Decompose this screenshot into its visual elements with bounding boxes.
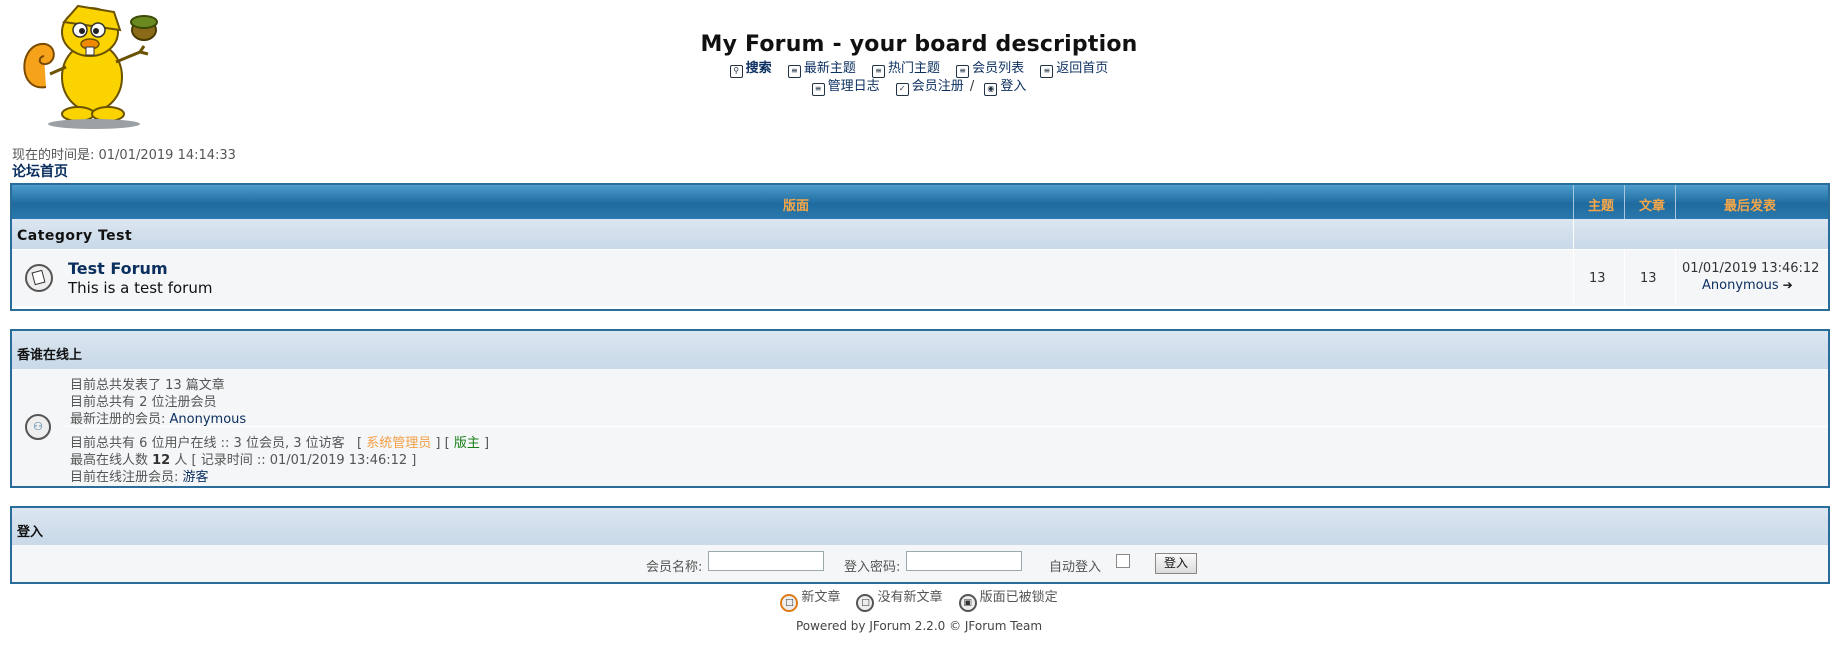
nav-recent-topics[interactable]: ≡ 最新主题 (787, 61, 856, 78)
forum-topics-count: 13 (1589, 271, 1606, 286)
online-title: 香谁在线上 (17, 348, 83, 363)
nav-login[interactable]: ◉ 登入 (984, 79, 1026, 96)
legend-no-new-posts: □ 没有新文章 (856, 590, 943, 612)
column-divider (1624, 250, 1625, 306)
online-registered-users: 目前在线注册会员: 游客 (70, 470, 209, 485)
login-title: 登入 (17, 525, 44, 540)
category-title: Category Test (17, 228, 133, 244)
column-divider (1573, 185, 1574, 219)
login-panel: 登入 会员名称: 登入密码: 自动登入 登入 (10, 506, 1830, 584)
nav-moderation-log[interactable]: ≡ 管理日志 (811, 79, 880, 96)
nav-register[interactable]: ✓ 会员注册 (895, 79, 964, 96)
online-divider (66, 426, 1828, 427)
header-last-post: 最后发表 (1724, 199, 1777, 214)
online-registered-user-link[interactable]: 游客 (183, 470, 209, 485)
nav-row-secondary: ≡ 管理日志 ✓ 会员注册 / ◉ 登入 (0, 78, 1838, 96)
autologin-label: 自动登入 (1049, 560, 1102, 575)
nav-hot-topics[interactable]: ≡ 热门主题 (871, 61, 940, 78)
nav-separator: / (969, 79, 975, 94)
footer-powered-by: Powered by JForum 2.2.0 © JForum Team (795, 619, 1043, 633)
login-button[interactable]: 登入 (1155, 553, 1197, 574)
search-icon: ⚲ (729, 65, 743, 78)
hot-topics-icon: ≡ (871, 65, 885, 78)
category-row: Category Test (12, 219, 1828, 250)
home-icon: ≡ (1040, 65, 1054, 78)
breadcrumb-forum-index[interactable]: 论坛首页 (12, 161, 68, 181)
legend-locked: ▣ 版面已被锁定 (958, 590, 1058, 612)
column-divider (1624, 185, 1625, 219)
online-users-icon: ⚇ (25, 414, 51, 440)
nav-row-primary: ⚲ 搜索 ≡ 最新主题 ≡ 热门主题 ≡ 会员列表 ≡ 返回首页 (0, 60, 1838, 78)
login-icon: ◉ (984, 83, 998, 96)
login-header: 登入 (12, 508, 1828, 545)
forum-status-icon (25, 264, 53, 292)
login-form: 会员名称: 登入密码: 自动登入 登入 (12, 545, 1828, 582)
column-divider (1675, 250, 1676, 306)
column-divider (1675, 185, 1676, 219)
autologin-checkbox[interactable] (1116, 554, 1130, 568)
last-post-user-row: Anonymous ➔ (1702, 278, 1793, 293)
board-title: My Forum - your board description (700, 32, 1138, 57)
new-posts-icon: □ (780, 594, 799, 612)
online-body: ⚇ 目前总共发表了 13 篇文章 目前总共有 2 位注册会员 最新注册的会员: … (12, 369, 1828, 486)
header-topics: 主题 (1588, 199, 1615, 214)
last-post-date: 01/01/2019 13:46:12 (1682, 261, 1820, 276)
member-list-icon: ≡ (956, 65, 970, 78)
forum-posts-count: 13 (1640, 271, 1657, 286)
forum-name-link[interactable]: Test Forum (68, 259, 168, 278)
goto-last-post-icon[interactable]: ➔ (1783, 278, 1793, 292)
online-header: 香谁在线上 (12, 331, 1828, 369)
nav-member-list[interactable]: ≡ 会员列表 (956, 61, 1024, 78)
nav-search[interactable]: ⚲ 搜索 (729, 61, 772, 78)
password-input[interactable] (906, 551, 1022, 571)
forum-list-table: 版面 主题 文章 最后发表 Category Test Test Forum T… (10, 183, 1830, 311)
forum-table-header: 版面 主题 文章 最后发表 (12, 185, 1828, 219)
board-header: My Forum - your board description ⚲ 搜索 ≡ 最… (0, 32, 1838, 96)
register-icon: ✓ (895, 83, 909, 96)
username-input[interactable] (708, 551, 824, 571)
column-divider (1573, 250, 1574, 306)
header-forum: 版面 (783, 199, 810, 214)
forum-row: Test Forum This is a test forum 13 13 01… (12, 250, 1828, 306)
no-new-posts-icon: □ (856, 594, 875, 612)
username-label: 会员名称: (646, 560, 703, 575)
legend-moderator: 版主 (453, 436, 480, 451)
column-divider (1573, 219, 1574, 249)
icon-legend: □ 新文章 □ 没有新文章 ▣ 版面已被锁定 (0, 586, 1838, 612)
recent-topics-icon: ≡ (787, 65, 801, 78)
last-post-user-link[interactable]: Anonymous (1702, 278, 1779, 293)
password-label: 登入密码: (844, 560, 901, 575)
forum-description: This is a test forum (68, 279, 213, 297)
legend-new-posts: □ 新文章 (780, 590, 840, 612)
nav-home[interactable]: ≡ 返回首页 (1040, 61, 1108, 78)
locked-icon: ▣ (958, 594, 977, 612)
online-newest-member: 最新注册的会员: Anonymous (70, 412, 247, 427)
who-is-online-panel: 香谁在线上 ⚇ 目前总共发表了 13 篇文章 目前总共有 2 位注册会员 最新注… (10, 329, 1830, 488)
moderation-log-icon: ≡ (811, 83, 825, 96)
newest-member-link[interactable]: Anonymous (170, 412, 247, 427)
header-posts: 文章 (1639, 199, 1666, 214)
